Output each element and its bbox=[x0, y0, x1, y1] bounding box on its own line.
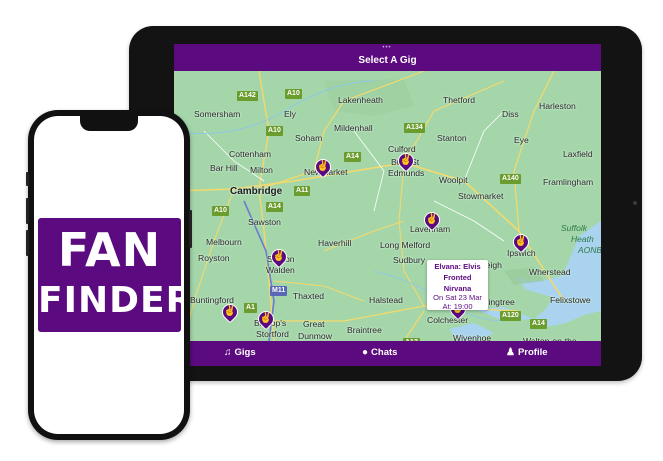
tab-gigs[interactable]: ♫ Gigs bbox=[224, 347, 256, 358]
town-label: Haverhill bbox=[318, 238, 352, 248]
road-shield: A10 bbox=[212, 206, 229, 216]
area-label: AONB bbox=[578, 245, 601, 255]
road-shield: A140 bbox=[500, 174, 521, 184]
road-shield: A142 bbox=[237, 91, 258, 101]
fan-finder-logo: FAN FINDER bbox=[38, 218, 184, 332]
rock-hand-icon: ✌ bbox=[223, 306, 237, 317]
town-label: Stanton bbox=[437, 133, 467, 143]
gig-callout-title-3: Nirvana bbox=[443, 284, 472, 293]
phone-notch bbox=[80, 116, 138, 131]
phone-silent-switch bbox=[26, 172, 29, 186]
gig-callout-date: On Sat 23 Mar bbox=[433, 293, 482, 302]
top-bar: ••• Select A Gig bbox=[174, 44, 601, 71]
road-shield: A134 bbox=[404, 123, 425, 133]
gig-callout-title-2: Fronted bbox=[443, 273, 472, 282]
phone-screen: FAN FINDER bbox=[34, 116, 184, 434]
logo-line-1: FAN bbox=[57, 223, 162, 277]
tablet-screen: ••• Select A Gig Lakenheath Thetford Har… bbox=[174, 44, 601, 366]
tab-chats[interactable]: ● Chats bbox=[362, 347, 397, 358]
rock-hand-icon: ✌ bbox=[514, 236, 528, 247]
town-label: Diss bbox=[502, 109, 519, 119]
town-label: Laxfield bbox=[563, 149, 593, 159]
area-label: Heath bbox=[571, 234, 594, 244]
rock-hand-icon: ✌ bbox=[399, 155, 413, 166]
rock-hand-icon: ✌ bbox=[425, 214, 439, 225]
gig-map[interactable]: Lakenheath Thetford Harleston Somersham Ely D… bbox=[174, 71, 601, 341]
town-label: Mildenhall bbox=[334, 123, 373, 133]
town-label: Sawston bbox=[248, 217, 281, 227]
rock-hand-icon: ✌ bbox=[316, 161, 330, 172]
road-shield: A14 bbox=[266, 202, 283, 212]
town-label: Sudbury bbox=[393, 255, 426, 265]
town-label: Framlingham bbox=[543, 177, 594, 187]
town-label: Halstead bbox=[369, 295, 403, 305]
tab-chats-label: Chats bbox=[371, 347, 398, 358]
road-shield: A11 bbox=[294, 186, 311, 196]
page-title: Select A Gig bbox=[358, 55, 417, 66]
gig-pin[interactable]: ✌ bbox=[509, 230, 533, 254]
tab-profile-label: Profile bbox=[517, 347, 548, 358]
town-label: Wivenhoe bbox=[453, 333, 492, 341]
gigs-icon: ♫ bbox=[224, 347, 232, 358]
town-label: Royston bbox=[198, 253, 230, 263]
road-shield: A14 bbox=[530, 319, 547, 329]
town-label: Braintree bbox=[347, 325, 382, 335]
road-shield: M11 bbox=[270, 286, 288, 296]
road-shield: A1 bbox=[244, 303, 257, 313]
town-label: Cottenham bbox=[229, 149, 272, 159]
profile-icon: ♟ bbox=[506, 347, 515, 358]
town-label: Woolpit bbox=[439, 175, 468, 185]
town-label: Great bbox=[303, 319, 325, 329]
phone-volume-up bbox=[26, 198, 29, 224]
town-label: Somersham bbox=[194, 109, 241, 119]
phone-power-button bbox=[189, 210, 192, 248]
logo-line-2: FINDER bbox=[38, 280, 184, 321]
town-label: Soham bbox=[295, 133, 323, 143]
tablet-device: ••• Select A Gig Lakenheath Thetford Har… bbox=[129, 26, 642, 381]
town-label: Harleston bbox=[539, 101, 576, 111]
gig-pin[interactable]: ✌ bbox=[254, 307, 278, 331]
town-label: Dunmow bbox=[298, 331, 332, 341]
road-shield: A10 bbox=[285, 89, 302, 99]
town-label: Milton bbox=[250, 165, 273, 175]
rock-hand-icon: ✌ bbox=[259, 313, 273, 324]
gig-pin[interactable]: ✌ bbox=[267, 245, 291, 269]
road-shield: A10 bbox=[266, 126, 283, 136]
town-label: Ely bbox=[284, 109, 296, 119]
road-shield: A120 bbox=[500, 311, 521, 321]
road-shield: A14 bbox=[344, 152, 361, 162]
town-label: Bar Hill bbox=[210, 163, 238, 173]
town-label: Lakenheath bbox=[338, 95, 383, 105]
gig-callout-time: At: 19:00 bbox=[442, 302, 473, 311]
town-label: Stowmarket bbox=[458, 191, 504, 201]
gig-pin[interactable]: ✌ bbox=[311, 155, 335, 179]
chat-icon: ● bbox=[362, 347, 369, 358]
sheet-grabber[interactable]: ••• bbox=[381, 45, 393, 51]
town-label: Long Melford bbox=[380, 240, 431, 250]
tab-profile[interactable]: ♟ Profile bbox=[506, 347, 548, 358]
phone-device: FAN FINDER bbox=[26, 110, 192, 440]
gig-callout-title-1: Elvana: Elvis bbox=[434, 262, 481, 271]
city-label: Cambridge bbox=[230, 186, 283, 197]
gig-callout[interactable]: Elvana: Elvis Fronted Nirvana On Sat 23 … bbox=[427, 260, 488, 311]
gig-pin[interactable]: ✌ bbox=[420, 208, 444, 232]
phone-volume-down bbox=[26, 230, 29, 256]
town-label: Wherstead bbox=[529, 267, 571, 277]
gig-pin[interactable]: ✌ bbox=[394, 149, 418, 173]
town-label: Felixstowe bbox=[550, 295, 591, 305]
gig-pin[interactable]: ✌ bbox=[218, 300, 242, 324]
town-label: Thetford bbox=[443, 95, 476, 105]
town-label: Thaxted bbox=[293, 291, 325, 301]
tablet-camera bbox=[633, 201, 637, 205]
town-label: Eye bbox=[514, 135, 529, 145]
rock-hand-icon: ✌ bbox=[272, 251, 286, 262]
tab-bar: ♫ Gigs ● Chats ♟ Profile bbox=[174, 341, 601, 366]
town-label: Melbourn bbox=[206, 237, 242, 247]
area-label: Suffolk bbox=[561, 223, 587, 233]
tab-gigs-label: Gigs bbox=[234, 347, 256, 358]
